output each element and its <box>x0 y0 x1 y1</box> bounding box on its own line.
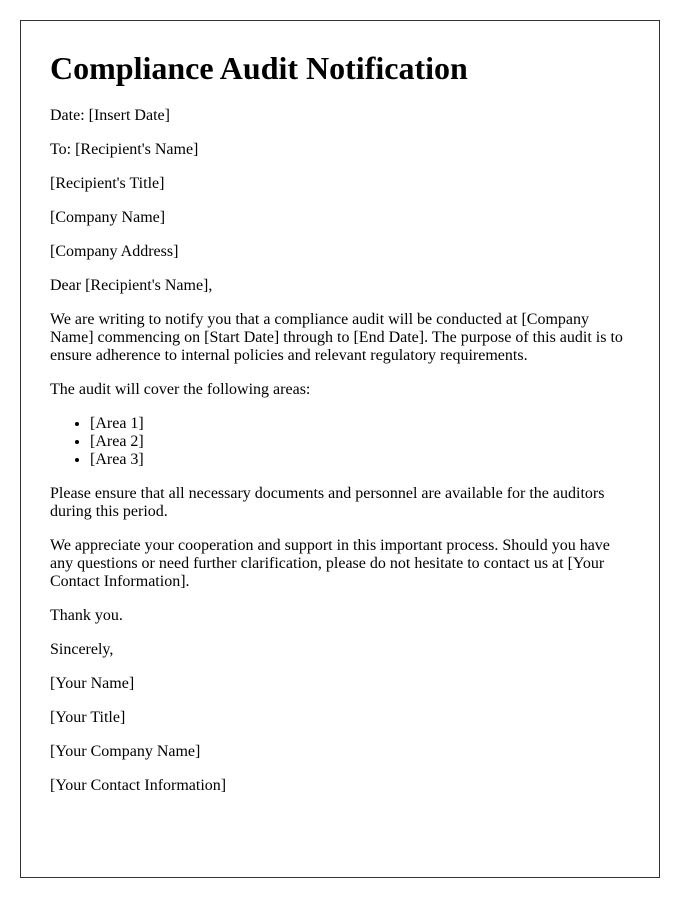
audit-area-item: [Area 3] <box>90 451 630 469</box>
recipient-company-address: [Company Address] <box>50 243 179 260</box>
letter-title: Compliance Audit Notification <box>50 50 468 86</box>
closing: Sincerely, <box>50 641 114 658</box>
recipient-to-line: To: [Recipient's Name] <box>50 141 199 158</box>
signature-title: [Your Title] <box>50 709 126 726</box>
salutation: Dear [Recipient's Name], <box>50 277 213 294</box>
letter-container: Compliance Audit Notification Date: [Ins… <box>20 20 660 878</box>
audit-area-item: [Area 1] <box>90 415 630 433</box>
recipient-title: [Recipient's Title] <box>50 175 165 192</box>
signature-contact-info: [Your Contact Information] <box>50 777 227 794</box>
signature-company-name: [Your Company Name] <box>50 743 201 760</box>
intro-paragraph: We are writing to notify you that a comp… <box>50 311 623 364</box>
appreciation-paragraph: We appreciate your cooperation and suppo… <box>50 537 610 590</box>
recipient-company-name: [Company Name] <box>50 209 166 226</box>
date-line: Date: [Insert Date] <box>50 107 170 124</box>
thanks-line: Thank you. <box>50 607 123 624</box>
audit-areas-list: [Area 1] [Area 2] [Area 3] <box>50 415 630 469</box>
areas-intro: The audit will cover the following areas… <box>50 381 311 398</box>
audit-area-item: [Area 2] <box>90 433 630 451</box>
request-paragraph: Please ensure that all necessary documen… <box>50 485 605 520</box>
signature-name: [Your Name] <box>50 675 135 692</box>
